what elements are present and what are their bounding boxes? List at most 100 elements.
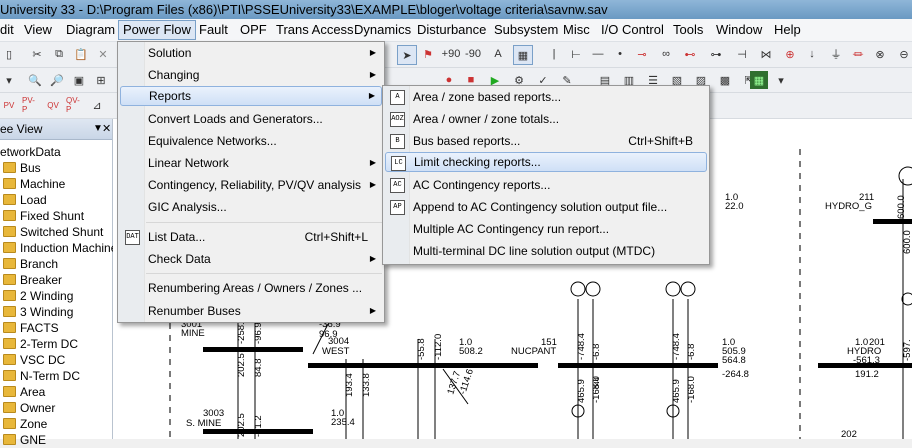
bus-3001[interactable]: [203, 347, 303, 352]
graph-icon[interactable]: ▩: [716, 71, 734, 89]
rotate-minus-90-button[interactable]: -90: [463, 45, 483, 63]
menu-power-flow[interactable]: Power Flow: [118, 20, 196, 40]
menu-diagram[interactable]: Diagram: [62, 21, 119, 39]
copy-icon[interactable]: ⧉: [50, 45, 68, 63]
tree-item[interactable]: Zone: [0, 416, 47, 432]
tree-item[interactable]: 2 Winding: [0, 288, 73, 304]
power-flow_menu-item[interactable]: Check Data ▶: [120, 249, 382, 269]
menu-help[interactable]: Help: [770, 21, 805, 39]
tree-item[interactable]: Induction Machine: [0, 240, 117, 256]
paste-icon[interactable]: 📋: [72, 45, 90, 63]
reports-menu-item[interactable]: Multiple AC Contingency run report...: [385, 219, 707, 239]
new-icon[interactable]: ▯: [0, 45, 18, 63]
tree-item[interactable]: Machine: [0, 176, 65, 192]
tree-item[interactable]: VSC DC: [0, 352, 65, 368]
switch-icon[interactable]: ⊸: [633, 45, 651, 63]
delete-icon[interactable]: ✕: [94, 45, 112, 63]
zoom-fit-icon[interactable]: ▣: [70, 71, 88, 89]
menu-disturbance[interactable]: Disturbance: [413, 21, 490, 39]
tree-item[interactable]: Switched Shunt: [0, 224, 103, 240]
text-icon[interactable]: A: [489, 45, 507, 63]
tree-item[interactable]: N-Term DC: [0, 368, 80, 384]
reports-menu-item[interactable]: LC Limit checking reports...: [385, 152, 707, 172]
grid-icon[interactable]: ▦: [513, 45, 533, 65]
close-panel-icon[interactable]: ✕: [102, 119, 111, 139]
reports-menu-item[interactable]: B Bus based reports... Ctrl+Shift+B: [385, 131, 707, 151]
bus-151[interactable]: [558, 363, 718, 368]
menu-subsystem[interactable]: Subsystem: [490, 21, 562, 39]
switched-shunt-icon[interactable]: ⏛: [849, 45, 867, 63]
tree-item[interactable]: 2-Term DC: [0, 336, 78, 352]
breaker-icon[interactable]: •: [611, 45, 629, 63]
bus-line[interactable]: [383, 363, 538, 368]
power-flow_menu-item[interactable]: GIC Analysis...: [120, 197, 382, 217]
dropdown-icon[interactable]: ▾: [0, 71, 18, 89]
power-flow_menu-item[interactable]: Changing ▶: [120, 65, 382, 85]
tree-item[interactable]: Branch: [0, 256, 58, 272]
zoom-out-icon[interactable]: 🔎: [48, 71, 66, 89]
zoom-in-icon[interactable]: 🔍: [26, 71, 44, 89]
menu-dynamics[interactable]: Dynamics: [350, 21, 415, 39]
menu-bar: dit View Diagram Power Flow Fault OPF Tr…: [0, 19, 912, 42]
chip-icon[interactable]: ▦: [750, 71, 768, 89]
tree-item[interactable]: FACTS: [0, 320, 59, 336]
induction-machine-icon[interactable]: ⊗: [871, 45, 889, 63]
power-flow_menu-item[interactable]: Convert Loads and Generators...: [120, 109, 382, 129]
pv-icon[interactable]: PV: [0, 96, 18, 114]
menu-tools[interactable]: Tools: [669, 21, 707, 39]
load-icon[interactable]: ↓: [803, 45, 821, 63]
power-flow_menu-item[interactable]: Renumbering Areas / Owners / Zones ...: [120, 278, 382, 298]
facts-icon[interactable]: ⋈: [757, 45, 775, 63]
power-flow_menu-item[interactable]: DAT List Data... Ctrl+Shift+L: [120, 227, 382, 247]
menu-trans-access[interactable]: Trans Access: [272, 21, 358, 39]
tree-item[interactable]: Breaker: [0, 272, 62, 288]
power-flow_menu-item[interactable]: Contingency, Reliability, PV/QV analysis…: [120, 175, 382, 195]
select-pointer-icon[interactable]: ➤: [397, 45, 417, 65]
tree-item[interactable]: Area: [0, 384, 45, 400]
tree-item[interactable]: Bus: [0, 160, 41, 176]
power-flow_menu-item[interactable]: Linear Network ▶: [120, 153, 382, 173]
bus-icon[interactable]: |: [545, 45, 563, 63]
menu-opf[interactable]: OPF: [236, 21, 271, 39]
dc-line-icon[interactable]: ⊣: [733, 45, 751, 63]
tree-item[interactable]: GNE: [0, 432, 46, 448]
series-icon[interactable]: ⊷: [681, 45, 699, 63]
shunt-icon[interactable]: ⏚: [827, 45, 845, 63]
menu-misc[interactable]: Misc: [559, 21, 594, 39]
zoom-window-icon[interactable]: ⊞: [92, 71, 110, 89]
reports-menu-item[interactable]: Multi-terminal DC line solution output (…: [385, 241, 707, 261]
qv-p-icon[interactable]: QV-P: [66, 96, 84, 114]
reports-menu-item[interactable]: AP Append to AC Contingency solution outp…: [385, 197, 707, 217]
menu-edit[interactable]: dit: [0, 21, 18, 39]
power-flow_menu-item[interactable]: Solution ▶: [120, 43, 382, 63]
menu-fault[interactable]: Fault: [195, 21, 232, 39]
transformer-icon[interactable]: ∞: [657, 45, 675, 63]
tree-item[interactable]: Owner: [0, 400, 55, 416]
menu-item-label: Append to AC Contingency solution output…: [413, 200, 668, 214]
toolbar-more-icon[interactable]: ▾: [772, 71, 790, 89]
qv-icon[interactable]: QV: [44, 96, 62, 114]
menu-view[interactable]: View: [20, 21, 56, 39]
reports-menu-item[interactable]: AC AC Contingency reports...: [385, 175, 707, 195]
menu-window[interactable]: Window: [712, 21, 766, 39]
menu-io-control[interactable]: I/O Control: [597, 21, 668, 39]
cut-icon[interactable]: ✂: [28, 45, 46, 63]
flag-icon[interactable]: ⚑: [419, 45, 437, 63]
tree-item[interactable]: 3 Winding: [0, 304, 73, 320]
branch-icon[interactable]: ⊢: [567, 45, 585, 63]
power-flow_menu-item[interactable]: Renumber Buses ▶: [120, 301, 382, 321]
tree-item[interactable]: Load: [0, 192, 47, 208]
more-icon[interactable]: ⊖: [895, 45, 912, 63]
power-flow_menu-item[interactable]: Reports ▶: [120, 86, 382, 106]
reports-menu-item[interactable]: AOZ Area / owner / zone totals...: [385, 109, 707, 129]
three-winding-icon[interactable]: ⊶: [707, 45, 725, 63]
power-flow_menu-item[interactable]: Equivalence Networks...: [120, 131, 382, 151]
reports-menu-item[interactable]: A Area / zone based reports...: [385, 87, 707, 107]
tree-item[interactable]: Fixed Shunt: [0, 208, 84, 224]
rotate-plus-90-button[interactable]: +90: [441, 45, 461, 63]
tool-icon[interactable]: ⊿: [88, 96, 106, 114]
generator-icon[interactable]: ⊕: [781, 45, 799, 63]
line-icon[interactable]: —: [589, 45, 607, 63]
pv-p-icon[interactable]: PV-P: [22, 96, 40, 114]
tree-root[interactable]: etworkData: [0, 144, 61, 160]
